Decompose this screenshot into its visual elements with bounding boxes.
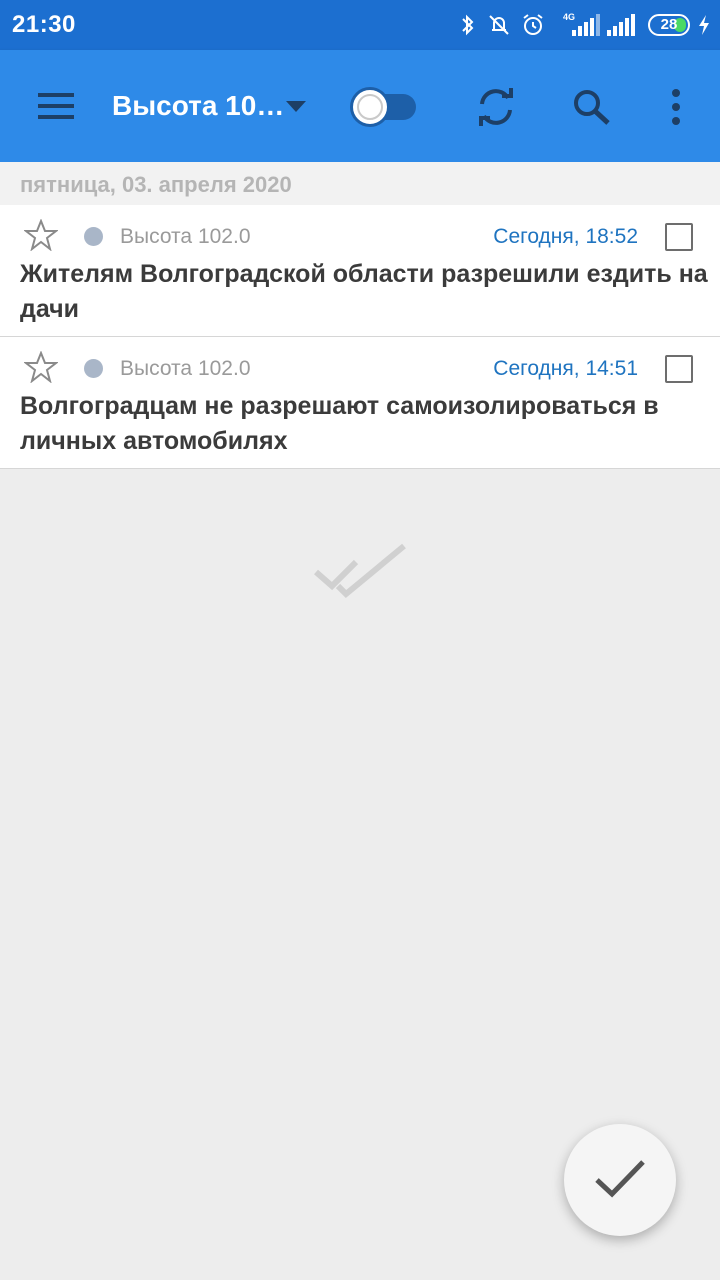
signal-icon (607, 14, 635, 36)
search-icon[interactable] (572, 88, 612, 126)
toggle-thumb[interactable] (350, 87, 390, 127)
article-source: Высота 102.0 (120, 357, 251, 380)
bluetooth-icon (462, 14, 474, 36)
unread-dot (84, 359, 103, 378)
double-check-icon (314, 543, 406, 599)
more-icon[interactable] (668, 88, 684, 126)
star-icon[interactable] (24, 219, 58, 251)
signal-icon (572, 14, 600, 36)
status-bar: 21:30 4G 28 (0, 0, 720, 50)
article-title[interactable]: Волгоградцам не разрешают самоизолироват… (20, 389, 710, 459)
dropdown-icon[interactable] (286, 101, 306, 113)
mark-all-read-button[interactable] (564, 1124, 676, 1236)
alarm-icon (523, 14, 543, 35)
star-icon[interactable] (24, 351, 58, 383)
article-item[interactable]: Высота 102.0 Сегодня, 18:52 Жителям Волг… (0, 205, 720, 337)
app-screen: 21:30 4G 28 Высота 10… пятница, 03. апре… (0, 0, 720, 1280)
alarm-off-icon (489, 15, 509, 35)
check-icon (595, 1160, 645, 1198)
app-toolbar: Высота 10… (0, 50, 720, 162)
mark-read-checkbox[interactable] (665, 355, 693, 383)
mark-read-checkbox[interactable] (665, 223, 693, 251)
charging-icon (699, 15, 709, 35)
article-source: Высота 102.0 (120, 225, 251, 248)
battery-icon: 28 (648, 14, 690, 36)
unread-dot (84, 227, 103, 246)
article-time: Сегодня, 18:52 (493, 225, 638, 248)
date-header-label: пятница, 03. апреля 2020 (20, 172, 292, 197)
status-time: 21:30 (12, 11, 76, 38)
battery-level: 28 (660, 16, 678, 33)
article-title[interactable]: Жителям Волгоградской области разрешили … (20, 257, 710, 327)
article-item[interactable]: Высота 102.0 Сегодня, 14:51 Волгоградцам… (0, 337, 720, 469)
article-time: Сегодня, 14:51 (493, 357, 638, 380)
refresh-icon[interactable] (474, 86, 518, 128)
menu-icon[interactable] (36, 90, 76, 122)
feed-selector[interactable]: Высота 10… (112, 90, 284, 122)
date-header: пятница, 03. апреля 2020 (0, 162, 720, 205)
